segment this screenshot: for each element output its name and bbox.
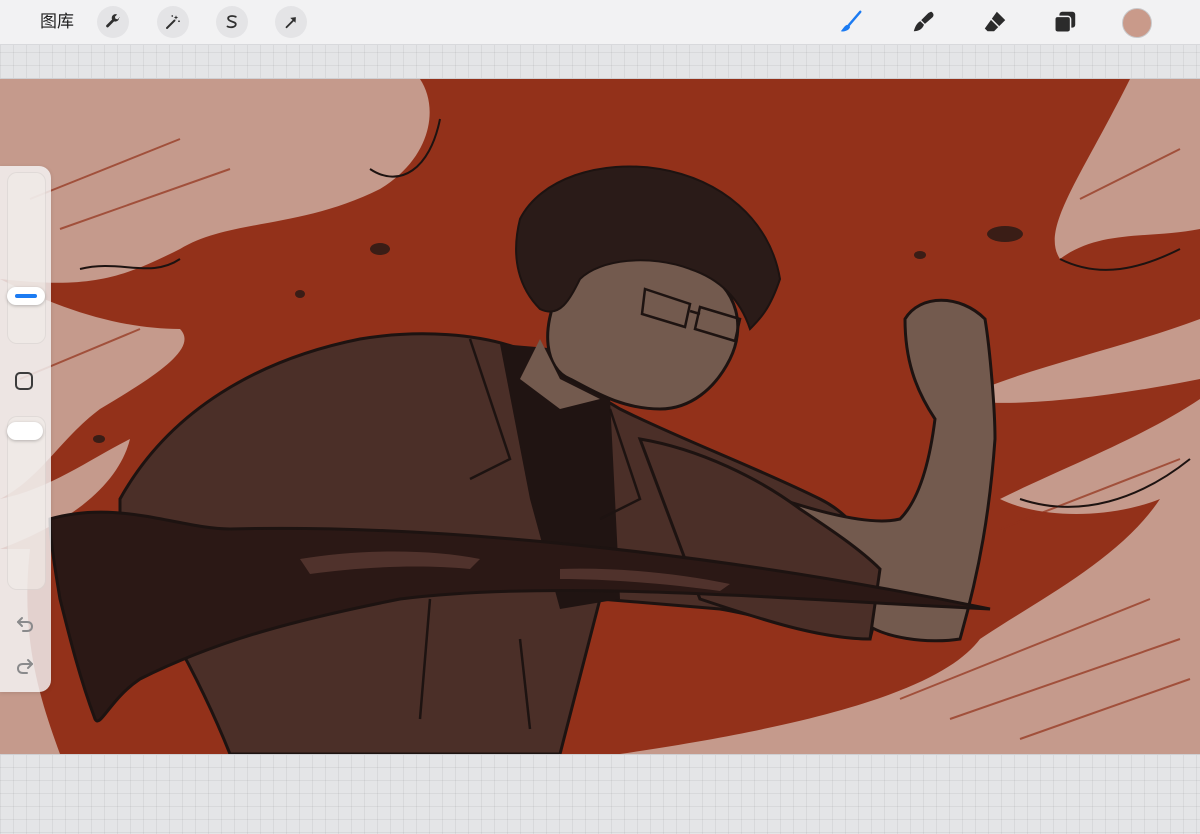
redo-button[interactable] bbox=[13, 654, 37, 678]
opacity-handle[interactable] bbox=[7, 422, 43, 440]
actions-button[interactable] bbox=[97, 6, 129, 38]
brush-sidebar bbox=[0, 166, 51, 692]
brush-button[interactable] bbox=[836, 7, 866, 37]
brush-size-slider[interactable] bbox=[7, 172, 46, 344]
arrow-cursor-icon bbox=[285, 17, 296, 29]
top-toolbar: 图库 bbox=[0, 0, 1200, 45]
adjustments-button[interactable] bbox=[157, 6, 189, 38]
layers-icon bbox=[1054, 11, 1076, 33]
redo-arrow-icon bbox=[16, 659, 33, 674]
brush-icon bbox=[840, 10, 862, 32]
smudge-button[interactable] bbox=[909, 7, 939, 37]
transform-button[interactable] bbox=[275, 6, 307, 38]
eraser-button[interactable] bbox=[980, 7, 1010, 37]
gallery-button[interactable]: 图库 bbox=[40, 12, 74, 32]
drawing-canvas[interactable] bbox=[0, 79, 1200, 754]
brush-size-handle[interactable] bbox=[7, 287, 45, 305]
undo-button[interactable] bbox=[13, 612, 37, 636]
wrench-icon bbox=[106, 14, 120, 28]
eraser-icon bbox=[984, 11, 1006, 32]
undo-arrow-icon bbox=[17, 617, 34, 632]
magic-wand-icon bbox=[166, 15, 180, 29]
selection-s-icon bbox=[226, 15, 237, 29]
smudge-icon bbox=[913, 11, 934, 32]
layers-button[interactable] bbox=[1050, 7, 1080, 37]
brush-size-indicator bbox=[15, 294, 37, 298]
artwork-illustration bbox=[0, 79, 1200, 754]
selection-button[interactable] bbox=[216, 6, 248, 38]
opacity-slider[interactable] bbox=[7, 416, 46, 590]
color-picker-button[interactable] bbox=[1122, 8, 1152, 38]
modify-button[interactable] bbox=[15, 372, 33, 390]
